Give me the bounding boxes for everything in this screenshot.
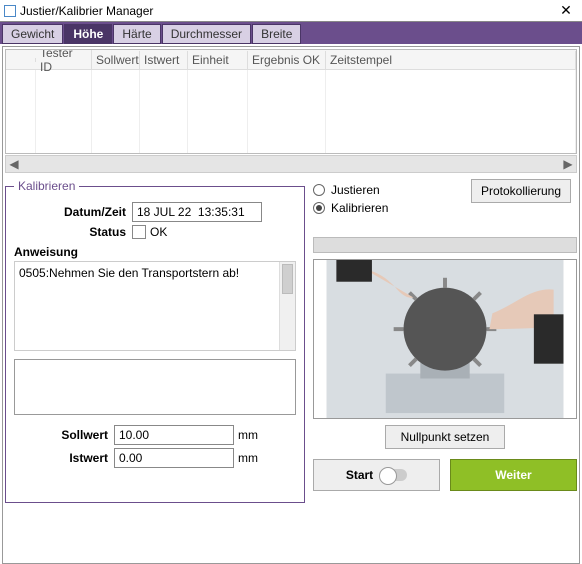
grid-hscrollbar[interactable]: ◀ ▶ <box>5 155 577 173</box>
content-area: Tester ID Sollwert Istwert Einheit Ergeb… <box>2 46 580 564</box>
results-grid: Tester ID Sollwert Istwert Einheit Ergeb… <box>5 49 577 154</box>
istwert-input[interactable] <box>114 448 234 468</box>
nullpunkt-button[interactable]: Nullpunkt setzen <box>385 425 505 449</box>
sollwert-input[interactable] <box>114 425 234 445</box>
kalibrieren-legend: Kalibrieren <box>14 179 79 193</box>
window-title: Justier/Kalibrier Manager <box>20 4 554 18</box>
transportstern-image <box>314 260 576 418</box>
result-list-box <box>14 359 296 415</box>
progress-bar <box>313 237 577 253</box>
istwert-unit: mm <box>238 451 258 465</box>
scroll-left-icon[interactable]: ◀ <box>6 157 22 171</box>
start-slider-icon <box>379 469 407 481</box>
anweisung-label: Anweisung <box>14 245 296 259</box>
app-icon <box>4 5 16 17</box>
tab-haerte[interactable]: Härte <box>113 24 160 44</box>
start-button[interactable]: Start <box>313 459 440 491</box>
col-blank[interactable] <box>6 58 36 62</box>
col-istwert[interactable]: Istwert <box>140 51 188 69</box>
justieren-label: Justieren <box>331 183 380 197</box>
kalibrieren-group: Kalibrieren Datum/Zeit Status OK Anweisu… <box>5 179 305 503</box>
tab-gewicht[interactable]: Gewicht <box>2 24 63 44</box>
title-bar: Justier/Kalibrier Manager ✕ <box>0 0 582 22</box>
tab-bar: Gewicht Höhe Härte Durchmesser Breite <box>0 22 582 44</box>
datum-label: Datum/Zeit <box>14 205 132 219</box>
istwert-label: Istwert <box>14 451 114 465</box>
kalibrieren-radio-label: Kalibrieren <box>331 201 388 215</box>
tab-durchmesser[interactable]: Durchmesser <box>162 24 251 44</box>
datum-field[interactable] <box>132 202 262 222</box>
start-label: Start <box>346 468 373 482</box>
col-ergebnis[interactable]: Ergebnis OK <box>248 51 326 69</box>
status-checkbox[interactable] <box>132 225 146 239</box>
scroll-right-icon[interactable]: ▶ <box>560 157 576 171</box>
instruction-text: 0505:Nehmen Sie den Transportstern ab! <box>19 266 239 280</box>
close-icon[interactable]: ✕ <box>554 2 578 19</box>
weiter-button[interactable]: Weiter <box>450 459 577 491</box>
instruction-image <box>313 259 577 419</box>
col-sollwert[interactable]: Sollwert <box>92 51 140 69</box>
col-zeitstempel[interactable]: Zeitstempel <box>326 51 576 69</box>
instruction-scrollbar[interactable] <box>279 262 295 350</box>
sollwert-label: Sollwert <box>14 428 114 442</box>
grid-body <box>6 70 576 154</box>
instruction-box: 0505:Nehmen Sie den Transportstern ab! <box>14 261 296 351</box>
kalibrieren-radio[interactable] <box>313 202 325 214</box>
justieren-radio[interactable] <box>313 184 325 196</box>
grid-header: Tester ID Sollwert Istwert Einheit Ergeb… <box>6 50 576 70</box>
status-label: Status <box>14 225 132 239</box>
protokollierung-button[interactable]: Protokollierung <box>471 179 571 203</box>
tab-breite[interactable]: Breite <box>252 24 301 44</box>
status-ok-text: OK <box>150 225 167 239</box>
col-einheit[interactable]: Einheit <box>188 51 248 69</box>
tab-hoehe[interactable]: Höhe <box>64 24 112 44</box>
sollwert-unit: mm <box>238 428 258 442</box>
